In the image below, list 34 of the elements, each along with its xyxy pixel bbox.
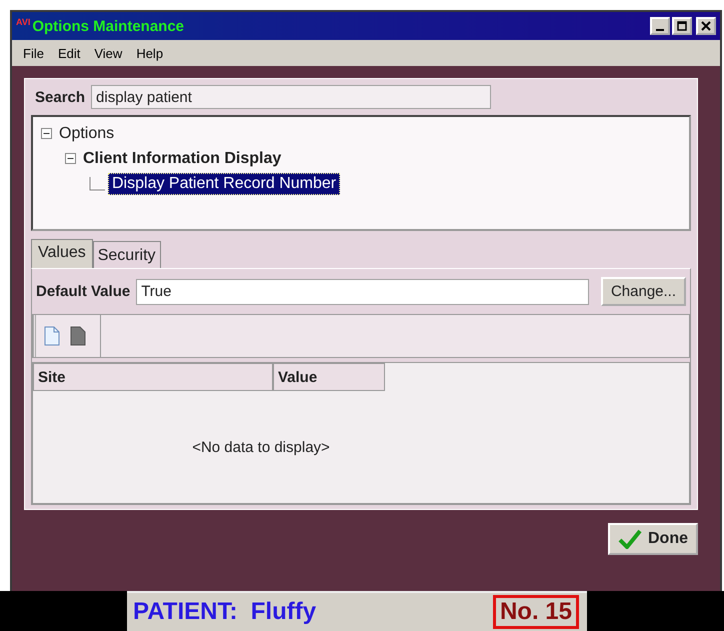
- collapse-icon[interactable]: [65, 153, 76, 164]
- search-field[interactable]: display patient: [91, 85, 492, 109]
- tree-item[interactable]: Options: [55, 122, 118, 144]
- minimize-button[interactable]: [650, 17, 670, 35]
- close-button[interactable]: [696, 17, 716, 35]
- menu-item[interactable]: View: [89, 44, 128, 62]
- done-button[interactable]: Done: [608, 523, 698, 555]
- patient-number: No. 15: [492, 595, 579, 629]
- tab[interactable]: Values: [31, 239, 93, 268]
- patient-name: PATIENT: Fluffy: [133, 598, 316, 626]
- change-button[interactable]: Change...: [600, 277, 686, 306]
- search-label: Search: [35, 88, 86, 106]
- default-value-field[interactable]: True: [136, 278, 589, 304]
- close-icon: [701, 21, 711, 31]
- menu-item[interactable]: Edit: [52, 44, 86, 62]
- minimize-icon: [656, 28, 664, 30]
- checkmark-icon: [618, 529, 642, 549]
- maximize-icon: [677, 21, 687, 31]
- tree-item[interactable]: Display Patient Record Number: [108, 172, 340, 194]
- document-icon[interactable]: [70, 326, 86, 346]
- tree-line-icon: [89, 176, 105, 190]
- column-header[interactable]: Site: [33, 363, 273, 391]
- menu-item[interactable]: Help: [131, 44, 168, 62]
- default-value-label: Default Value: [36, 283, 130, 300]
- tab[interactable]: Security: [92, 241, 161, 268]
- tree-item[interactable]: Client Information Display: [79, 148, 286, 170]
- menu-item[interactable]: File: [18, 44, 49, 62]
- window-title: Options Maintenance: [32, 18, 186, 34]
- app-logo: AVI: [16, 17, 30, 27]
- new-document-icon[interactable]: [44, 326, 60, 346]
- empty-message: <No data to display>: [192, 438, 330, 456]
- maximize-button[interactable]: [672, 17, 692, 35]
- column-header[interactable]: Value: [273, 363, 385, 391]
- collapse-icon[interactable]: [41, 128, 52, 139]
